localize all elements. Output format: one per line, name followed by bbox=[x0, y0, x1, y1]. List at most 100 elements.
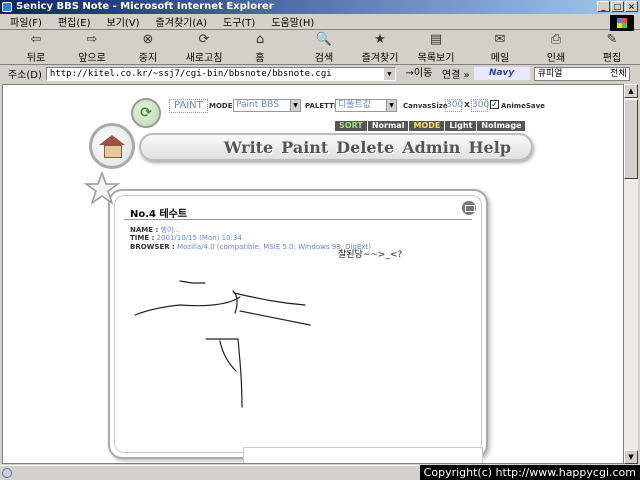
address-dropdown-icon[interactable]: ▼ bbox=[383, 67, 395, 80]
post-browser-line: BROWSER : Mozilla/4.0 (compatible; MSIE … bbox=[130, 243, 371, 251]
favorites-label: 즐겨찾기 bbox=[361, 52, 399, 64]
menu-help[interactable]: 도움말(H) bbox=[271, 14, 314, 29]
vertical-scrollbar[interactable]: ▲ ▼ bbox=[624, 84, 638, 464]
page-viewport: ⟳ PAINT MODE Paint BBS ▼ PALETTE 디폴트값 ▼ … bbox=[2, 84, 624, 464]
next-post-card bbox=[243, 447, 483, 463]
history-button[interactable]: ▤ 목록보기 bbox=[408, 31, 464, 65]
copyright-banner[interactable]: Copyright(c) http://www.happycgi.com bbox=[419, 465, 640, 480]
home-button[interactable]: ⌂ 홈 bbox=[232, 31, 288, 65]
stroke-8 bbox=[237, 338, 243, 408]
anime-save-checkbox[interactable]: ✓ bbox=[490, 100, 499, 109]
mail-button[interactable]: ✉ 메일 bbox=[472, 31, 528, 65]
mode-label: MODE bbox=[209, 102, 233, 110]
tab-sort[interactable]: SORT bbox=[335, 121, 367, 131]
stroke-5 bbox=[239, 310, 311, 326]
scroll-up-icon[interactable]: ▲ bbox=[624, 84, 638, 98]
post-card: No.4 테수트 NAME : 헹이... TIME : 2001/10/15 … bbox=[108, 189, 488, 459]
go-button[interactable]: →이동 bbox=[400, 67, 438, 81]
history-label: 목록보기 bbox=[417, 52, 455, 64]
tab-normal[interactable]: Normal bbox=[367, 121, 409, 131]
canvas-height-input[interactable]: 300 bbox=[471, 99, 489, 112]
forward-label: 앞으로 bbox=[78, 52, 106, 64]
tab-light[interactable]: Light bbox=[445, 121, 477, 131]
window-title: Senicy BBS Note - Microsoft Internet Exp… bbox=[16, 1, 274, 12]
toolbar-search-scope[interactable]: 전체 bbox=[610, 68, 627, 80]
bbs-nav-bar: Write Paint Delete Admin Help bbox=[139, 133, 533, 161]
links-button[interactable]: 연결 » bbox=[442, 66, 470, 81]
mode-select[interactable]: Paint BBS ▼ bbox=[233, 99, 301, 112]
forward-arrow-icon: ⇨ bbox=[86, 32, 98, 47]
refresh-circle-icon[interactable]: ⟳ bbox=[131, 98, 161, 128]
refresh-label: 새로고침 bbox=[185, 52, 223, 64]
print-icon: ⎙ bbox=[550, 32, 562, 47]
bbs-header: ⟳ PAINT MODE Paint BBS ▼ PALETTE 디폴트값 ▼ … bbox=[89, 93, 545, 173]
address-label: 주소(D) bbox=[8, 70, 42, 81]
post-name-label: NAME : bbox=[130, 226, 159, 234]
nav-write[interactable]: Write bbox=[224, 138, 273, 157]
post-divider bbox=[124, 219, 472, 220]
home-label: 홈 bbox=[255, 52, 265, 64]
home-circle-button[interactable] bbox=[89, 123, 135, 169]
menu-view[interactable]: 보기(V) bbox=[107, 14, 140, 29]
menu-file[interactable]: 파일(F) bbox=[10, 14, 42, 29]
scroll-down-icon[interactable]: ▼ bbox=[624, 450, 638, 464]
palette-dropdown-icon: ▼ bbox=[386, 100, 396, 111]
mode-value: Paint BBS bbox=[236, 100, 280, 110]
nav-help[interactable]: Help bbox=[468, 138, 511, 157]
canvas-width-input[interactable]: 300 bbox=[445, 99, 463, 112]
stop-label: 중지 bbox=[138, 52, 158, 64]
search-button[interactable]: 🔍 검색 bbox=[296, 31, 352, 65]
maximize-button[interactable]: □ bbox=[611, 1, 624, 12]
close-button[interactable]: × bbox=[625, 1, 638, 12]
menu-tools[interactable]: 도구(T) bbox=[223, 14, 255, 29]
scroll-thumb[interactable] bbox=[624, 99, 638, 179]
anime-save-label: AnimeSave bbox=[501, 102, 545, 110]
mail-icon: ✉ bbox=[494, 32, 506, 47]
window-controls: _ □ × bbox=[597, 1, 638, 12]
address-input[interactable]: http://kitel.co.kr/~ssj7/cgi-bin/bbsnote… bbox=[45, 66, 396, 81]
refresh-button[interactable]: ⟳ 새로고침 bbox=[176, 31, 232, 65]
forward-button[interactable]: ⇨ 앞으로 bbox=[64, 31, 120, 65]
menu-favorites[interactable]: 즐겨찾기(A) bbox=[156, 14, 207, 29]
post-time-line: TIME : 2001/10/15 (Mon) 10:34 bbox=[130, 234, 242, 242]
mode-dropdown-icon: ▼ bbox=[290, 100, 300, 111]
toolbar-search-input[interactable]: 큐피얼 전체 bbox=[533, 66, 630, 81]
tab-mode[interactable]: MODE bbox=[409, 121, 445, 131]
print-button[interactable]: ⎙ 인쇄 bbox=[528, 31, 584, 65]
address-bar: 주소(D) http://kitel.co.kr/~ssj7/cgi-bin/b… bbox=[0, 65, 640, 82]
post-drawing bbox=[134, 280, 311, 408]
favorites-icon: ★ bbox=[374, 32, 386, 47]
stroke-1 bbox=[179, 280, 206, 284]
search-label: 검색 bbox=[314, 52, 334, 64]
navy-brand-logo[interactable]: Navy bbox=[473, 67, 530, 80]
minimize-button[interactable]: _ bbox=[597, 1, 610, 12]
stop-icon: ⊗ bbox=[142, 32, 154, 47]
menu-edit[interactable]: 편집(E) bbox=[58, 14, 91, 29]
nav-admin[interactable]: Admin bbox=[402, 138, 460, 157]
view-tabs: SORT Normal MODE Light NoImage bbox=[335, 121, 526, 131]
post-caption: 잘된당~~>_<? bbox=[338, 250, 403, 260]
window-titlebar: Senicy BBS Note - Microsoft Internet Exp… bbox=[0, 0, 640, 14]
palette-value: 디폴트값 bbox=[338, 100, 372, 110]
nav-paint[interactable]: Paint bbox=[281, 138, 328, 157]
post-name: 헹이... bbox=[160, 226, 181, 234]
back-arrow-icon: ⇦ bbox=[30, 32, 42, 47]
post-title: No.4 테수트 bbox=[130, 209, 188, 220]
back-button[interactable]: ⇦ 뒤로 bbox=[8, 31, 64, 65]
tab-noimage[interactable]: NoImage bbox=[477, 121, 526, 131]
search-icon: 🔍 bbox=[315, 32, 333, 47]
paint-tag: PAINT bbox=[169, 99, 208, 113]
edit-icon: ✎ bbox=[606, 32, 618, 47]
edit-button[interactable]: ✎ 편집 bbox=[584, 31, 640, 65]
favorites-button[interactable]: ★ 즐겨찾기 bbox=[352, 31, 408, 65]
nav-delete[interactable]: Delete bbox=[336, 138, 394, 157]
stop-button[interactable]: ⊗ 중지 bbox=[120, 31, 176, 65]
house-icon bbox=[99, 135, 125, 158]
print-label: 인쇄 bbox=[546, 52, 566, 64]
post-browser-label: BROWSER : bbox=[130, 243, 175, 251]
palette-select[interactable]: 디폴트값 ▼ bbox=[335, 99, 397, 112]
windows-logo-icon bbox=[610, 15, 634, 31]
reply-mail-icon[interactable] bbox=[462, 201, 476, 215]
edit-label: 편집 bbox=[602, 52, 622, 64]
stroke-2 bbox=[134, 296, 241, 316]
